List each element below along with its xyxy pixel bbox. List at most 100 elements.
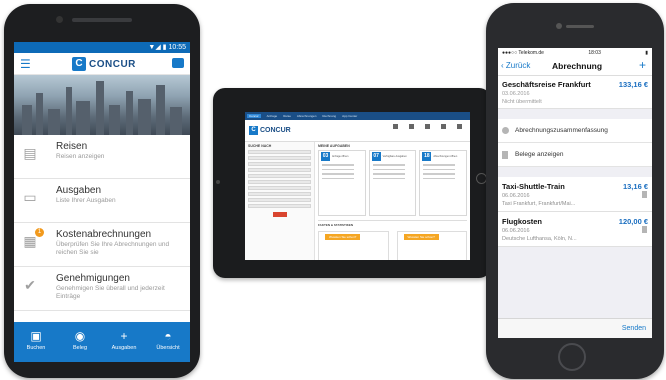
top-tab[interactable]: Anfrage xyxy=(267,114,278,118)
search-field[interactable] xyxy=(248,186,311,190)
receipt-icon xyxy=(642,191,647,198)
tablet-camera xyxy=(216,180,220,184)
top-tab[interactable]: Abrechnungen xyxy=(297,114,317,118)
item-subtitle: Genehmigen Sie überall und jederzeit Ein… xyxy=(56,285,165,300)
search-field[interactable] xyxy=(248,150,311,154)
search-field[interactable] xyxy=(248,156,311,160)
entry-amount: 13,16 € xyxy=(622,182,648,191)
entry-name: Taxi-Shuttle-Train xyxy=(502,182,565,191)
quick-action[interactable] xyxy=(451,124,467,129)
iphone: ●●●○○ Telekom.de 18:03 ▮ ‹ Zurück Abrech… xyxy=(486,3,664,379)
menu-icon[interactable]: ☰ xyxy=(20,57,31,71)
back-button[interactable]: ‹ Zurück xyxy=(501,61,530,71)
logo-text: CONCUR xyxy=(260,127,291,134)
entry-detail: Deutsche Lufthansa, Köln, N... xyxy=(502,236,577,242)
tab-buchen[interactable]: ▣ Buchen xyxy=(14,322,58,362)
chat-icon[interactable] xyxy=(172,58,184,68)
task-card[interactable]: 18 Abrechnungen öffnen xyxy=(419,150,468,216)
summary-action[interactable]: Abrechnungszusammenfassung xyxy=(498,119,652,143)
task-columns: 03 Anfrage öffnen 07 Verfügbare Ausgaben 1… xyxy=(318,150,468,216)
report-header: Geschäftsreise Frankfurt 133,16 € 03.06.… xyxy=(498,76,652,109)
entry-name: Flugkosten xyxy=(502,217,543,226)
send-button[interactable]: Senden xyxy=(622,325,646,332)
task-count: 18 xyxy=(422,151,432,161)
fact-card: Wussten Sie schon? xyxy=(318,231,389,260)
section-title: FAKTEN & STATISTIKEN xyxy=(318,223,354,227)
front-camera xyxy=(56,16,63,23)
front-camera xyxy=(556,23,562,29)
top-tab[interactable]: Rechnung xyxy=(322,114,336,118)
header: C CONCUR xyxy=(245,120,470,142)
clock: 18:03 xyxy=(588,50,601,56)
search-field[interactable] xyxy=(248,198,311,202)
battery-icon: ▮ xyxy=(645,50,648,56)
entry-date: 06.06.2016 xyxy=(502,228,530,234)
top-tab[interactable]: Concur xyxy=(247,114,261,118)
suitcase-icon: ▣ xyxy=(30,329,42,343)
check-icon: ✔ xyxy=(24,277,36,293)
search-field[interactable] xyxy=(248,180,311,184)
page-title: Abrechnung xyxy=(552,61,603,71)
menu-item-reisen[interactable]: ▤ Reisen Reisen anzeigen xyxy=(14,135,190,179)
card-icon: ▭ xyxy=(23,189,37,205)
devices-scene: ▼◢ ▮ 10:55 ☰ C CONCUR ▤ Reisen Reisen an… xyxy=(0,0,666,380)
ipad-tablet: Concur Anfrage Reise Abrechnungen Rechnu… xyxy=(213,88,491,278)
task-card[interactable]: 03 Anfrage öffnen xyxy=(318,150,366,216)
quick-action[interactable] xyxy=(403,124,419,129)
briefcase-icon: ▤ xyxy=(23,145,37,161)
item-subtitle: Reisen anzeigen xyxy=(56,153,105,160)
quick-action[interactable] xyxy=(419,124,435,129)
nav-bar: ‹ Zurück Abrechnung + xyxy=(498,58,652,76)
tab-ausgaben[interactable]: + Ausgaben xyxy=(102,322,146,362)
info-icon xyxy=(502,127,509,134)
expense-entry[interactable]: Taxi-Shuttle-Train 13,16 € 06.06.2016 Tax… xyxy=(498,177,652,212)
entry-amount: 120,00 € xyxy=(618,217,648,226)
quick-action[interactable] xyxy=(435,124,451,129)
item-title: Reisen xyxy=(56,141,88,152)
task-card[interactable]: 07 Verfügbare Ausgaben xyxy=(368,150,417,216)
top-tab[interactable]: App Center xyxy=(342,114,357,118)
search-button[interactable] xyxy=(272,212,287,217)
fact-card: Wussten Sie schon? xyxy=(396,231,467,260)
menu-item-genehmigungen[interactable]: ✔ Genehmigungen Genehmigen Sie überall un… xyxy=(14,267,190,311)
concur-logo: C CONCUR xyxy=(249,126,291,135)
home-menu-list: ▤ Reisen Reisen anzeigen ▭ Ausgaben Liste … xyxy=(14,135,190,311)
search-panel: SUCHE NACH xyxy=(245,142,315,260)
search-field[interactable] xyxy=(248,192,311,196)
earpiece-speaker xyxy=(72,18,132,22)
entry-detail: Taxi Frankfurt, Frankfurt/Mai... xyxy=(502,201,576,207)
add-button[interactable]: + xyxy=(639,59,646,71)
search-field[interactable] xyxy=(248,162,311,166)
concur-logo: C CONCUR xyxy=(72,57,136,71)
receipts-action[interactable]: Belege anzeigen xyxy=(498,143,652,167)
quick-action[interactable] xyxy=(387,124,403,129)
dashboard-body: SUCHE NACH MEINE AUFGABEN 03 Anfrage öff… xyxy=(245,142,470,260)
earpiece-speaker xyxy=(566,25,594,28)
search-field[interactable] xyxy=(248,174,311,178)
fact-tag: Wussten Sie schon? xyxy=(403,234,439,240)
top-tab[interactable]: Reise xyxy=(283,114,291,118)
task-label: Abrechnungen öffnen xyxy=(433,154,458,158)
item-title: Ausgaben xyxy=(56,185,102,196)
task-count: 03 xyxy=(321,151,330,161)
app-bar: ☰ C CONCUR xyxy=(14,53,190,75)
camera-icon: ◉ xyxy=(74,329,86,343)
city-banner-image xyxy=(14,75,190,135)
facts-section: FAKTEN & STATISTIKEN Wussten Sie schon? … xyxy=(318,220,467,260)
tab-label: Beleg xyxy=(72,345,88,351)
search-field[interactable] xyxy=(248,204,311,208)
item-title: Kostenabrechnungen xyxy=(56,229,152,240)
task-count: 07 xyxy=(371,151,381,161)
tab-beleg[interactable]: ◉ Beleg xyxy=(58,322,102,362)
menu-item-kostenabrechnungen[interactable]: ▦ 1 Kostenabrechnungen Überprüfen Sie Ihre… xyxy=(14,223,190,267)
report-name: Geschäftsreise Frankfurt xyxy=(502,80,591,89)
status-bar: ●●●○○ Telekom.de 18:03 ▮ xyxy=(498,48,652,58)
expense-entry[interactable]: Flugkosten 120,00 € 06.06.2016 Deutsche L… xyxy=(498,212,652,247)
entry-date: 06.06.2016 xyxy=(502,193,530,199)
home-button[interactable] xyxy=(558,343,586,371)
logo-mark: C xyxy=(249,126,258,135)
android-screen: ▼◢ ▮ 10:55 ☰ C CONCUR ▤ Reisen Reisen an… xyxy=(14,42,190,362)
menu-item-ausgaben[interactable]: ▭ Ausgaben Liste Ihrer Ausgaben xyxy=(14,179,190,223)
tab-uebersicht[interactable]: ◓ Übersicht xyxy=(146,322,190,362)
search-field[interactable] xyxy=(248,168,311,172)
